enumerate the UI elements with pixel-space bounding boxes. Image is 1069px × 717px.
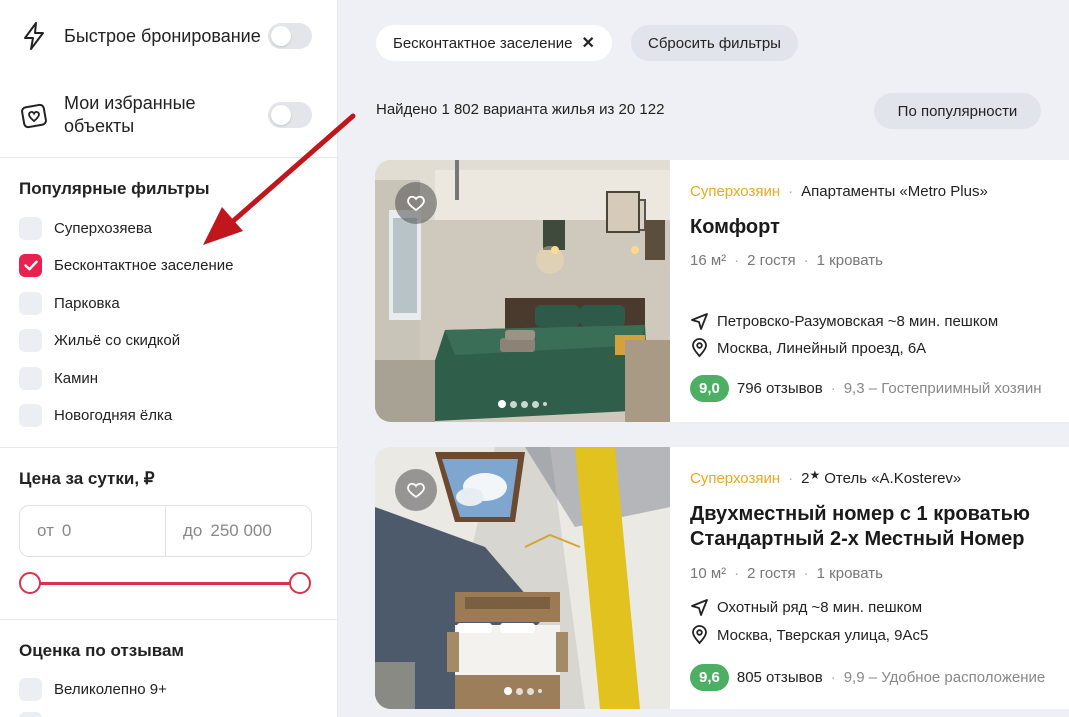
listing-specs: 10 м² · 2 гостя · 1 кровать (690, 565, 883, 582)
property-name[interactable]: Апартаменты «Metro Plus» (801, 183, 988, 200)
checkbox[interactable] (19, 403, 42, 427)
filter-new-year-tree[interactable]: Новогодняя ёлка (19, 403, 172, 427)
popular-filters-title: Популярные фильтры (19, 179, 210, 198)
filter-discount[interactable]: Жильё со скидкой (19, 328, 180, 352)
rating-title: Оценка по отзывам (19, 641, 184, 660)
rating-score: 9,6 (690, 664, 729, 691)
filter-superhosts[interactable]: Суперхозяева (19, 216, 152, 240)
instant-booking-switch[interactable] (268, 23, 312, 49)
reset-filters-button[interactable]: Сбросить фильтры (631, 25, 798, 61)
checkbox[interactable] (19, 328, 42, 352)
price-to-prefix: до (183, 521, 203, 540)
location-pin-icon (692, 338, 707, 358)
review-highlight: 9,3 – Гостеприимный хозяин (843, 380, 1042, 397)
filter-label: Суперхозяева (54, 219, 152, 237)
metro-info: Петровско-Разумовская ~8 мин. пешком (690, 312, 998, 331)
address: Москва, Тверская улица, 9Ас5 (690, 625, 928, 645)
superhost-badge: Суперхозяин (690, 183, 781, 200)
price-from-value: 0 (61, 521, 72, 540)
reset-label: Сбросить фильтры (648, 34, 781, 52)
location-pin-icon (692, 625, 707, 645)
favorites-toggle-row[interactable]: Мои избранные объекты (18, 92, 318, 138)
checkbox[interactable] (19, 366, 42, 390)
superhost-badge: Суперхозяин (690, 470, 781, 487)
rating-row[interactable]: 9,0 796 отзывов · 9,3 – Гостеприимный хо… (690, 375, 1042, 402)
listing-card[interactable]: Суперхозяин · Апартаменты «Metro Plus» К… (375, 160, 1069, 422)
rating-score: 9,0 (690, 375, 729, 402)
listing-photo[interactable] (375, 447, 670, 709)
instant-booking-label: Быстрое бронирование (64, 25, 261, 46)
checkbox-checked[interactable] (19, 253, 42, 277)
listing-title[interactable]: Комфорт (690, 215, 780, 240)
reviews-count[interactable]: 796 отзывов (737, 380, 823, 397)
price-range-inputs: от 0 до 250 000 (19, 505, 312, 557)
favorite-heart-icon[interactable] (395, 469, 437, 511)
active-filter-chip[interactable]: Бесконтактное заселение ✕ (376, 25, 612, 61)
divider (0, 157, 337, 158)
listing-meta: Суперхозяин · 2 ★ Отель «A.Kosterev» (690, 467, 962, 488)
divider (0, 447, 337, 448)
checkbox[interactable] (19, 291, 42, 315)
instant-booking-toggle-row[interactable]: Быстрое бронирование (18, 20, 318, 52)
listing-title[interactable]: Двухместный номер с 1 кроватью Стандартн… (690, 502, 1030, 552)
close-icon[interactable]: ✕ (582, 33, 595, 53)
price-slider-min-handle[interactable] (19, 572, 41, 594)
filter-label: Новогодняя ёлка (54, 406, 173, 424)
lightning-icon (18, 20, 50, 52)
filters-sidebar: Быстрое бронирование Мои избранные объек… (0, 0, 338, 717)
filter-label: Бесконтактное заселение (54, 256, 234, 274)
divider (0, 619, 337, 620)
favorites-switch[interactable] (268, 102, 312, 128)
filter-label: Великолепно 9+ (54, 680, 167, 698)
filter-label: Парковка (54, 294, 120, 312)
listing-card[interactable]: Суперхозяин · 2 ★ Отель «A.Kosterev» Двух… (375, 447, 1069, 709)
checkbox[interactable] (19, 216, 42, 240)
price-to-field[interactable]: до 250 000 (165, 506, 311, 556)
filter-label: Камин (54, 369, 99, 387)
photo-pagination[interactable] (375, 400, 670, 408)
filter-contactless-checkin[interactable]: Бесконтактное заселение (19, 253, 234, 277)
checkbox[interactable] (19, 677, 42, 701)
rating-row[interactable]: 9,6 805 отзывов · 9,9 – Удобное располож… (690, 664, 1045, 691)
star-icon: ★ (809, 467, 821, 482)
price-slider-max-handle[interactable] (289, 572, 311, 594)
navigation-arrow-icon (691, 599, 708, 616)
filter-rating-9plus[interactable]: Великолепно 9+ (19, 677, 167, 701)
metro-info: Охотный ряд ~8 мин. пешком (690, 598, 922, 617)
favorite-heart-icon[interactable] (395, 182, 437, 224)
sort-button[interactable]: По популярности (874, 93, 1041, 129)
checkbox[interactable] (19, 712, 42, 717)
star-count: 2 (801, 470, 810, 487)
property-name[interactable]: Отель «A.Kosterev» (824, 470, 961, 487)
listing-photo[interactable] (375, 160, 670, 422)
photo-pagination[interactable] (375, 687, 670, 695)
address: Москва, Линейный проезд, 6А (690, 338, 926, 358)
listing-meta: Суперхозяин · Апартаменты «Metro Plus» (690, 183, 988, 200)
filter-label: Жильё со скидкой (54, 331, 181, 349)
filter-fireplace[interactable]: Камин (19, 366, 98, 390)
reviews-count[interactable]: 805 отзывов (737, 669, 823, 686)
price-from-prefix: от (37, 521, 54, 540)
listing-specs: 16 м² · 2 гостя · 1 кровать (690, 252, 883, 269)
price-title: Цена за сутки, ₽ (19, 469, 155, 488)
chip-label: Бесконтактное заселение (393, 34, 573, 52)
filter-parking[interactable]: Парковка (19, 291, 120, 315)
price-to-value: 250 000 (210, 521, 272, 540)
price-slider-track[interactable] (30, 582, 300, 585)
heart-frame-icon (18, 99, 50, 131)
review-highlight: 9,9 – Удобное расположение (843, 669, 1046, 686)
results-count: Найдено 1 802 варианта жилья из 20 122 (376, 101, 665, 118)
favorites-label: Мои избранные объекты (64, 93, 196, 136)
navigation-arrow-icon (691, 313, 708, 330)
checkmark-icon (23, 260, 38, 270)
price-from-field[interactable]: от 0 (20, 506, 165, 556)
